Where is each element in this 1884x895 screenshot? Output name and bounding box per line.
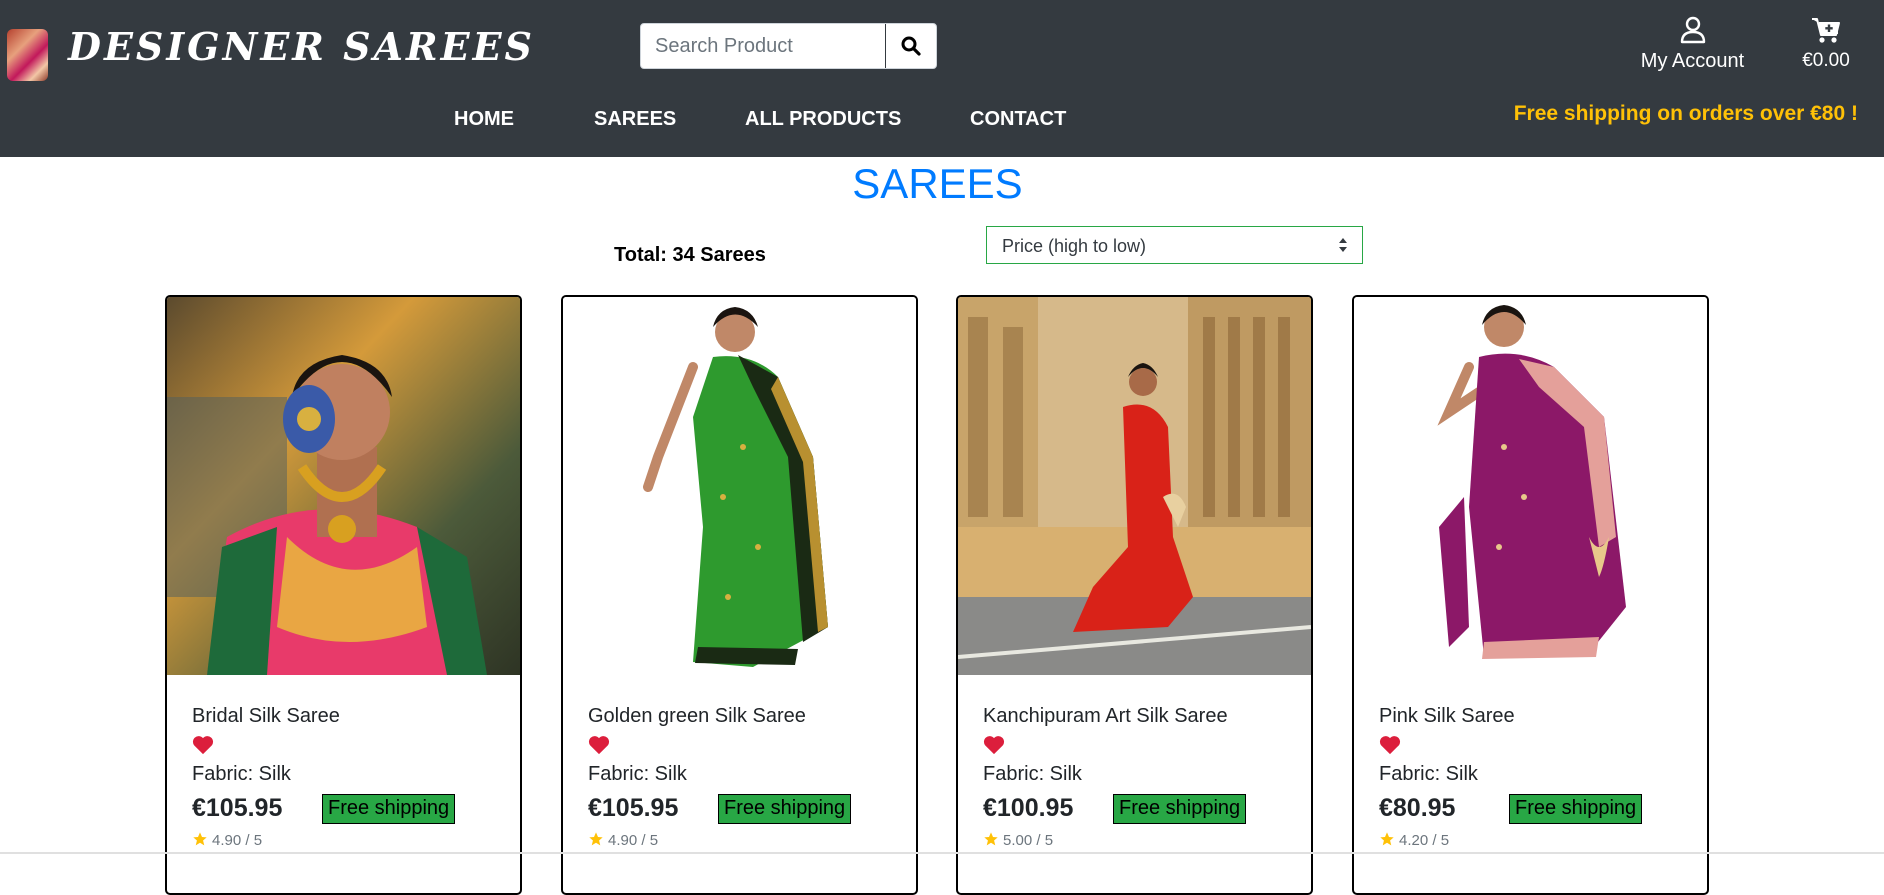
star-icon: [984, 832, 998, 846]
product-fabric: Fabric: Silk: [588, 763, 687, 785]
product-rating: 4.90 / 5: [588, 831, 658, 849]
sort-select[interactable]: Price (high to low): [986, 226, 1363, 264]
product-card[interactable]: Kanchipuram Art Silk Saree Fabric: Silk …: [956, 295, 1313, 895]
sort-caret-icon: [1339, 238, 1347, 252]
top-navbar: DESIGNER SAREES My Account €0.00 HOME: [0, 0, 1884, 157]
nav-sarees[interactable]: SAREES: [594, 108, 676, 131]
free-shipping-banner: Free shipping on orders over €80 !: [1513, 102, 1858, 125]
product-image[interactable]: [958, 297, 1311, 675]
product-rating: 4.20 / 5: [1379, 831, 1449, 849]
free-shipping-badge: Free shipping: [718, 794, 852, 824]
product-price: €105.95: [192, 794, 283, 822]
rating-value: 4.20 / 5: [1399, 832, 1450, 849]
star-icon: [1380, 832, 1394, 846]
search-input[interactable]: [641, 24, 887, 68]
product-card[interactable]: Bridal Silk Saree Fabric: Silk €105.95 F…: [165, 295, 522, 895]
product-name[interactable]: Pink Silk Saree: [1379, 705, 1515, 728]
heart-icon[interactable]: [1379, 734, 1401, 756]
star-icon: [193, 832, 207, 846]
product-card[interactable]: Pink Silk Saree Fabric: Silk €80.95 Free…: [1352, 295, 1709, 895]
my-account-link[interactable]: My Account: [1630, 16, 1755, 73]
my-account-label: My Account: [1640, 50, 1745, 72]
product-image[interactable]: [563, 297, 916, 675]
brand-name[interactable]: DESIGNER SAREES: [68, 24, 535, 69]
product-fabric: Fabric: Silk: [1379, 763, 1478, 785]
product-name[interactable]: Golden green Silk Saree: [588, 705, 806, 728]
search-icon: [901, 36, 921, 56]
search-bar: [640, 23, 937, 69]
rating-value: 4.90 / 5: [212, 832, 263, 849]
product-rating: 5.00 / 5: [983, 831, 1053, 849]
heart-icon[interactable]: [192, 734, 214, 756]
product-rating: 4.90 / 5: [192, 831, 262, 849]
star-icon: [589, 832, 603, 846]
product-fabric: Fabric: Silk: [983, 763, 1082, 785]
cart-link[interactable]: €0.00: [1786, 16, 1866, 72]
product-price: €100.95: [983, 794, 1074, 822]
free-shipping-badge: Free shipping: [322, 794, 456, 824]
product-count: Total: 34 Sarees: [614, 244, 766, 266]
search-button[interactable]: [885, 24, 936, 68]
page-title: SAREES: [852, 160, 1023, 207]
free-shipping-badge: Free shipping: [1113, 794, 1247, 824]
heart-icon[interactable]: [983, 734, 1005, 756]
brand-logo[interactable]: [7, 29, 48, 81]
rating-value: 5.00 / 5: [1003, 832, 1054, 849]
cart-plus-icon: [1812, 18, 1840, 43]
nav-all-products[interactable]: ALL PRODUCTS: [745, 108, 901, 131]
product-price: €105.95: [588, 794, 679, 822]
nav-home[interactable]: HOME: [454, 108, 514, 131]
product-name[interactable]: Bridal Silk Saree: [192, 705, 340, 728]
product-image[interactable]: [167, 297, 520, 675]
product-name[interactable]: Kanchipuram Art Silk Saree: [983, 705, 1228, 728]
product-image[interactable]: [1354, 297, 1707, 675]
sort-selected-value: Price (high to low): [1002, 236, 1147, 256]
free-shipping-badge: Free shipping: [1509, 794, 1643, 824]
nav-contact[interactable]: CONTACT: [970, 108, 1066, 131]
product-card[interactable]: Golden green Silk Saree Fabric: Silk €10…: [561, 295, 918, 895]
product-price: €80.95: [1379, 794, 1456, 822]
cart-total: €0.00: [1802, 50, 1850, 71]
heart-icon[interactable]: [588, 734, 610, 756]
product-fabric: Fabric: Silk: [192, 763, 291, 785]
rating-value: 4.90 / 5: [608, 832, 659, 849]
user-icon: [1680, 16, 1705, 44]
